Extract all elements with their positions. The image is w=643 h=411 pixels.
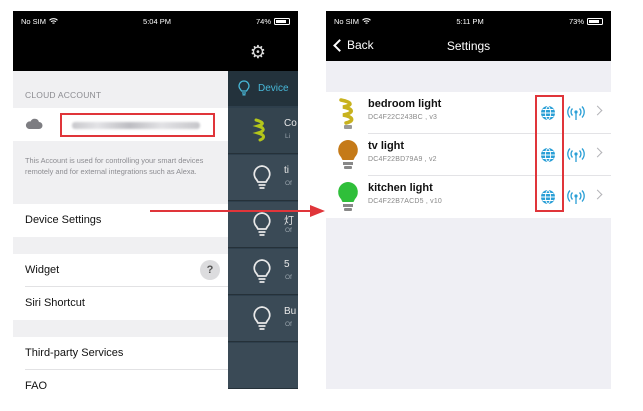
battery-percent: 74% [255,16,271,26]
light-name: kitchen light [368,182,433,194]
battery-icon [274,17,290,25]
wifi-status-icon [362,17,371,24]
cloud-account-row[interactable] [13,108,228,141]
widget-label: Widget [25,264,60,276]
device-row[interactable]: 5 Of [228,249,298,295]
battery-icon [587,17,603,25]
light-row-bedroom[interactable]: bedroom light DC4F22C243BC , v3 [326,92,611,134]
device-row[interactable]: ti Of [228,155,298,201]
faq-label: FAQ [25,380,48,389]
help-icon[interactable]: ? [200,260,220,280]
light-detail: DC4F22C243BC , v3 [368,114,438,121]
carrier-label: No SIM [21,16,47,26]
device-settings-label: Device Settings [25,214,102,226]
page-title: Settings [446,39,491,53]
battery-percent: 73% [568,16,584,26]
device-status: Li [285,133,291,140]
light-detail: DC4F22B7ACD5 , v10 [368,198,443,205]
cloud-account-description: This Account is used for controlling you… [25,156,204,176]
left-phone-screen: No SIM 5:04 PM 74% ⚙ CLOUD ACCOUNT This … [13,11,298,389]
settings-menu: CLOUD ACCOUNT This Account is used for c… [13,71,228,389]
device-list-panel: Device Co Li ti Of 灯 Of 5 Of Bu Of [228,71,298,389]
status-bar: No SIM 5:11 PM 73% [326,11,611,31]
device-title: ti [284,165,289,176]
account-email-field[interactable] [60,113,215,137]
device-row[interactable]: Bu Of [228,296,298,342]
left-header: ⚙ [13,31,298,71]
light-detail: DC4F22BD79A9 , v2 [368,156,437,163]
device-title: 5 [284,259,290,270]
wifi-status-icon [49,17,58,24]
blurred-account-text [72,122,200,129]
wifi-signal-icon[interactable] [567,146,585,164]
wifi-signal-icon[interactable] [567,104,585,122]
light-row-kitchen[interactable]: kitchen light DC4F22B7ACD5 , v10 [326,176,611,218]
bulb-icon [252,118,265,142]
status-time: 5:11 PM [456,16,484,26]
bulb-icon [338,140,358,169]
gear-icon[interactable]: ⚙ [248,42,268,62]
status-bar: No SIM 5:04 PM 74% [13,11,298,31]
device-row[interactable] [228,343,298,389]
composite-screenshot: No SIM 5:04 PM 74% ⚙ CLOUD ACCOUNT This … [0,0,643,411]
chevron-right-icon [592,147,603,158]
faq-item[interactable]: FAQ [13,370,228,389]
device-title: Co [284,118,297,129]
cloud-account-label: CLOUD ACCOUNT [25,90,102,100]
light-name: bedroom light [368,98,442,110]
device-tab-label: Device [258,83,289,94]
bulb-icon [253,165,271,189]
siri-shortcut-item[interactable]: Siri Shortcut [13,287,228,320]
bulb-icon [238,80,250,96]
pointer-arrow [150,205,325,217]
third-party-services-item[interactable]: Third-party Services [13,337,228,370]
bulb-icon [253,306,271,330]
highlight-box [535,95,564,212]
chevron-right-icon [592,105,603,116]
navigation-bar: Back Settings [326,31,611,61]
right-phone-screen: No SIM 5:11 PM 73% Back Settings bedroom… [326,11,611,389]
bulb-icon [339,98,354,129]
device-row[interactable]: Co Li [228,108,298,154]
wifi-signal-icon[interactable] [567,188,585,206]
chevron-right-icon [592,189,603,200]
device-title: Bu [284,306,297,317]
device-tab[interactable]: Device [228,71,298,106]
carrier-label: No SIM [334,16,360,26]
third-party-services-label: Third-party Services [25,347,124,359]
widget-item[interactable]: Widget ? [13,254,228,287]
light-list: bedroom light DC4F22C243BC , v3 tv light… [326,92,611,218]
device-status: Of [285,321,292,328]
bulb-icon [253,259,271,283]
light-name: tv light [368,140,405,152]
bulb-icon [338,182,358,211]
cloud-icon [25,118,43,129]
device-status: Of [285,274,292,281]
device-status: Of [285,227,292,234]
siri-shortcut-label: Siri Shortcut [25,297,85,309]
light-row-tv[interactable]: tv light DC4F22BD79A9 , v2 [326,134,611,176]
device-status: Of [285,180,292,187]
status-time: 5:04 PM [143,16,171,26]
